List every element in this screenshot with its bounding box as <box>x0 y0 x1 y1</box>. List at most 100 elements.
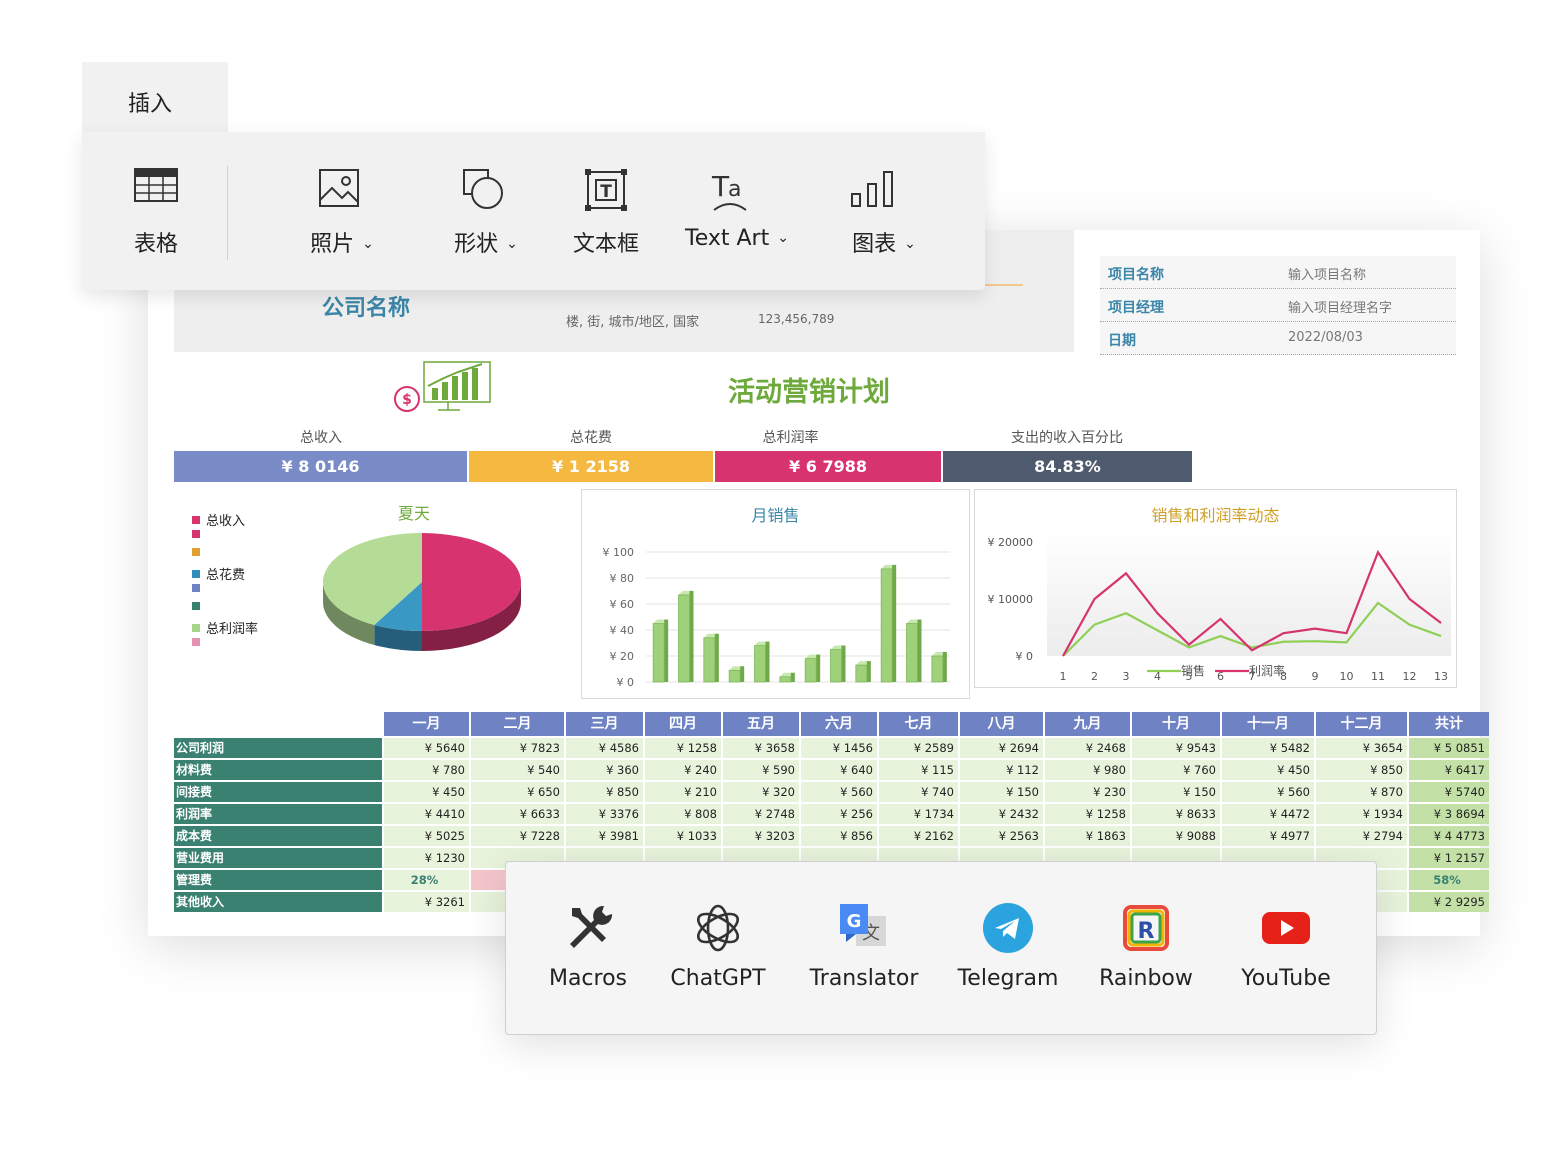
table-cell[interactable]: ¥ 3658 <box>723 738 799 758</box>
table-cell[interactable]: ¥ 2432 <box>960 804 1043 824</box>
month-header[interactable]: 共计 <box>1409 712 1489 736</box>
table-cell[interactable]: ¥ 856 <box>801 826 877 846</box>
table-cell[interactable]: ¥ 760 <box>1132 760 1220 780</box>
company-address[interactable]: 楼, 街, 城市/地区, 国家 <box>566 311 699 330</box>
insert-textbox-button[interactable]: T 文本框 <box>562 168 650 268</box>
table-cell[interactable]: ¥ 2694 <box>960 738 1043 758</box>
table-cell[interactable]: ¥ 150 <box>1132 782 1220 802</box>
app-youtube[interactable]: YouTube <box>1241 898 1331 991</box>
table-cell[interactable]: ¥ 5482 <box>1222 738 1314 758</box>
table-cell[interactable]: ¥ 360 <box>566 760 643 780</box>
row-label[interactable]: 材料费 <box>174 760 382 780</box>
insert-picture-button[interactable]: 照片 ⌄ <box>290 168 394 268</box>
table-cell[interactable]: ¥ 590 <box>723 760 799 780</box>
table-cell[interactable]: ¥ 256 <box>801 804 877 824</box>
table-cell[interactable]: ¥ 5640 <box>384 738 469 758</box>
table-cell[interactable]: ¥ 5 0851 <box>1409 738 1489 758</box>
table-cell[interactable]: ¥ 450 <box>384 782 469 802</box>
table-cell[interactable]: ¥ 7823 <box>471 738 564 758</box>
chevron-down-icon[interactable]: ⌄ <box>904 236 916 252</box>
table-cell[interactable]: ¥ 3261 <box>384 892 469 912</box>
insert-shapes-button[interactable]: 形状 ⌄ <box>434 168 538 268</box>
table-cell[interactable]: ¥ 640 <box>801 760 877 780</box>
table-cell[interactable]: ¥ 1456 <box>801 738 877 758</box>
table-cell[interactable]: ¥ 560 <box>801 782 877 802</box>
table-cell[interactable]: ¥ 4472 <box>1222 804 1314 824</box>
month-header[interactable]: 八月 <box>960 712 1043 736</box>
table-cell[interactable]: ¥ 1258 <box>1045 804 1130 824</box>
row-label[interactable]: 其他收入 <box>174 892 382 912</box>
table-cell[interactable]: ¥ 1230 <box>384 848 469 868</box>
table-cell[interactable]: ¥ 9543 <box>1132 738 1220 758</box>
campaign-title[interactable]: 活动营销计划 <box>728 370 890 409</box>
table-cell[interactable]: ¥ 230 <box>1045 782 1130 802</box>
table-cell[interactable]: ¥ 150 <box>960 782 1043 802</box>
table-cell[interactable]: ¥ 1258 <box>645 738 721 758</box>
company-phone[interactable]: 123,456,789 <box>758 312 834 326</box>
row-label[interactable]: 管理费 <box>174 870 382 890</box>
row-label[interactable]: 成本费 <box>174 826 382 846</box>
table-cell[interactable]: ¥ 4977 <box>1222 826 1314 846</box>
month-header[interactable]: 四月 <box>645 712 721 736</box>
month-header[interactable]: 九月 <box>1045 712 1130 736</box>
table-cell[interactable]: ¥ 2563 <box>960 826 1043 846</box>
table-cell[interactable]: ¥ 2162 <box>879 826 958 846</box>
table-cell[interactable]: ¥ 3981 <box>566 826 643 846</box>
table-cell[interactable]: 58% <box>1409 870 1489 890</box>
table-cell[interactable]: ¥ 808 <box>645 804 721 824</box>
app-telegram[interactable]: Telegram <box>958 898 1058 991</box>
month-header[interactable]: 十月 <box>1132 712 1220 736</box>
tab-insert[interactable]: 插入 <box>82 62 228 134</box>
bar-chart-panel[interactable]: 月销售 ¥ 0 ¥ 20 ¥ 40 ¥ 60 ¥ 80 ¥ 100 <box>581 489 970 699</box>
table-cell[interactable]: ¥ 850 <box>566 782 643 802</box>
table-cell[interactable]: ¥ 4 4773 <box>1409 826 1489 846</box>
table-cell[interactable]: ¥ 1734 <box>879 804 958 824</box>
table-cell[interactable]: ¥ 850 <box>1316 760 1407 780</box>
table-cell[interactable]: ¥ 5740 <box>1409 782 1489 802</box>
table-cell[interactable]: ¥ 1934 <box>1316 804 1407 824</box>
line-chart-panel[interactable]: 销售和利润率动态 ¥ 0 ¥ 10000 ¥ 20000 1 2 3 4 5 6 7 8 9 10 11 1… <box>974 489 1457 688</box>
row-label[interactable]: 公司利润 <box>174 738 382 758</box>
table-cell[interactable]: ¥ 2794 <box>1316 826 1407 846</box>
kpi-total-revenue[interactable]: ¥ 8 0146 <box>174 451 467 482</box>
insert-text-art-button[interactable]: T a Text Art ⌄ <box>680 168 794 268</box>
info-row-date[interactable]: 日期 2022/08/03 <box>1100 322 1456 355</box>
info-row-project-name[interactable]: 项目名称 输入项目名称 <box>1100 256 1456 289</box>
chevron-down-icon[interactable]: ⌄ <box>362 236 374 252</box>
app-chatgpt[interactable]: ChatGPT <box>670 898 766 991</box>
month-header[interactable]: 一月 <box>384 712 469 736</box>
table-cell[interactable]: ¥ 9088 <box>1132 826 1220 846</box>
row-label[interactable]: 间接费 <box>174 782 382 802</box>
month-header[interactable]: 十一月 <box>1222 712 1314 736</box>
table-cell[interactable]: ¥ 1863 <box>1045 826 1130 846</box>
table-cell[interactable]: ¥ 3 8694 <box>1409 804 1489 824</box>
table-cell[interactable]: ¥ 780 <box>384 760 469 780</box>
table-cell[interactable]: ¥ 112 <box>960 760 1043 780</box>
table-cell[interactable]: ¥ 650 <box>471 782 564 802</box>
month-header[interactable]: 十二月 <box>1316 712 1407 736</box>
table-cell[interactable]: ¥ 3376 <box>566 804 643 824</box>
table-cell[interactable]: ¥ 4410 <box>384 804 469 824</box>
table-cell[interactable]: ¥ 2589 <box>879 738 958 758</box>
table-cell[interactable]: 28% <box>384 870 469 890</box>
kpi-expense-ratio[interactable]: 84.83% <box>943 451 1192 482</box>
table-cell[interactable]: ¥ 4586 <box>566 738 643 758</box>
insert-chart-button[interactable]: 图表 ⌄ <box>844 168 924 268</box>
table-cell[interactable]: ¥ 6417 <box>1409 760 1489 780</box>
app-rainbow[interactable]: R Rainbow <box>1099 898 1193 991</box>
table-cell[interactable]: ¥ 450 <box>1222 760 1314 780</box>
table-cell[interactable]: ¥ 210 <box>645 782 721 802</box>
month-header[interactable]: 五月 <box>723 712 799 736</box>
table-cell[interactable]: ¥ 7228 <box>471 826 564 846</box>
month-header[interactable]: 七月 <box>879 712 958 736</box>
table-cell[interactable]: ¥ 2468 <box>1045 738 1130 758</box>
pie-chart-panel[interactable]: 夏天 总收入 总花费 总利润率 <box>174 492 574 692</box>
table-cell[interactable]: ¥ 320 <box>723 782 799 802</box>
app-translator[interactable]: 文 G Translator <box>810 898 918 991</box>
table-cell[interactable]: ¥ 1033 <box>645 826 721 846</box>
table-cell[interactable]: ¥ 115 <box>879 760 958 780</box>
insert-table-button[interactable]: 表格 <box>124 168 188 268</box>
table-cell[interactable]: ¥ 1 2157 <box>1409 848 1489 868</box>
row-label[interactable]: 利润率 <box>174 804 382 824</box>
table-cell[interactable]: ¥ 3203 <box>723 826 799 846</box>
